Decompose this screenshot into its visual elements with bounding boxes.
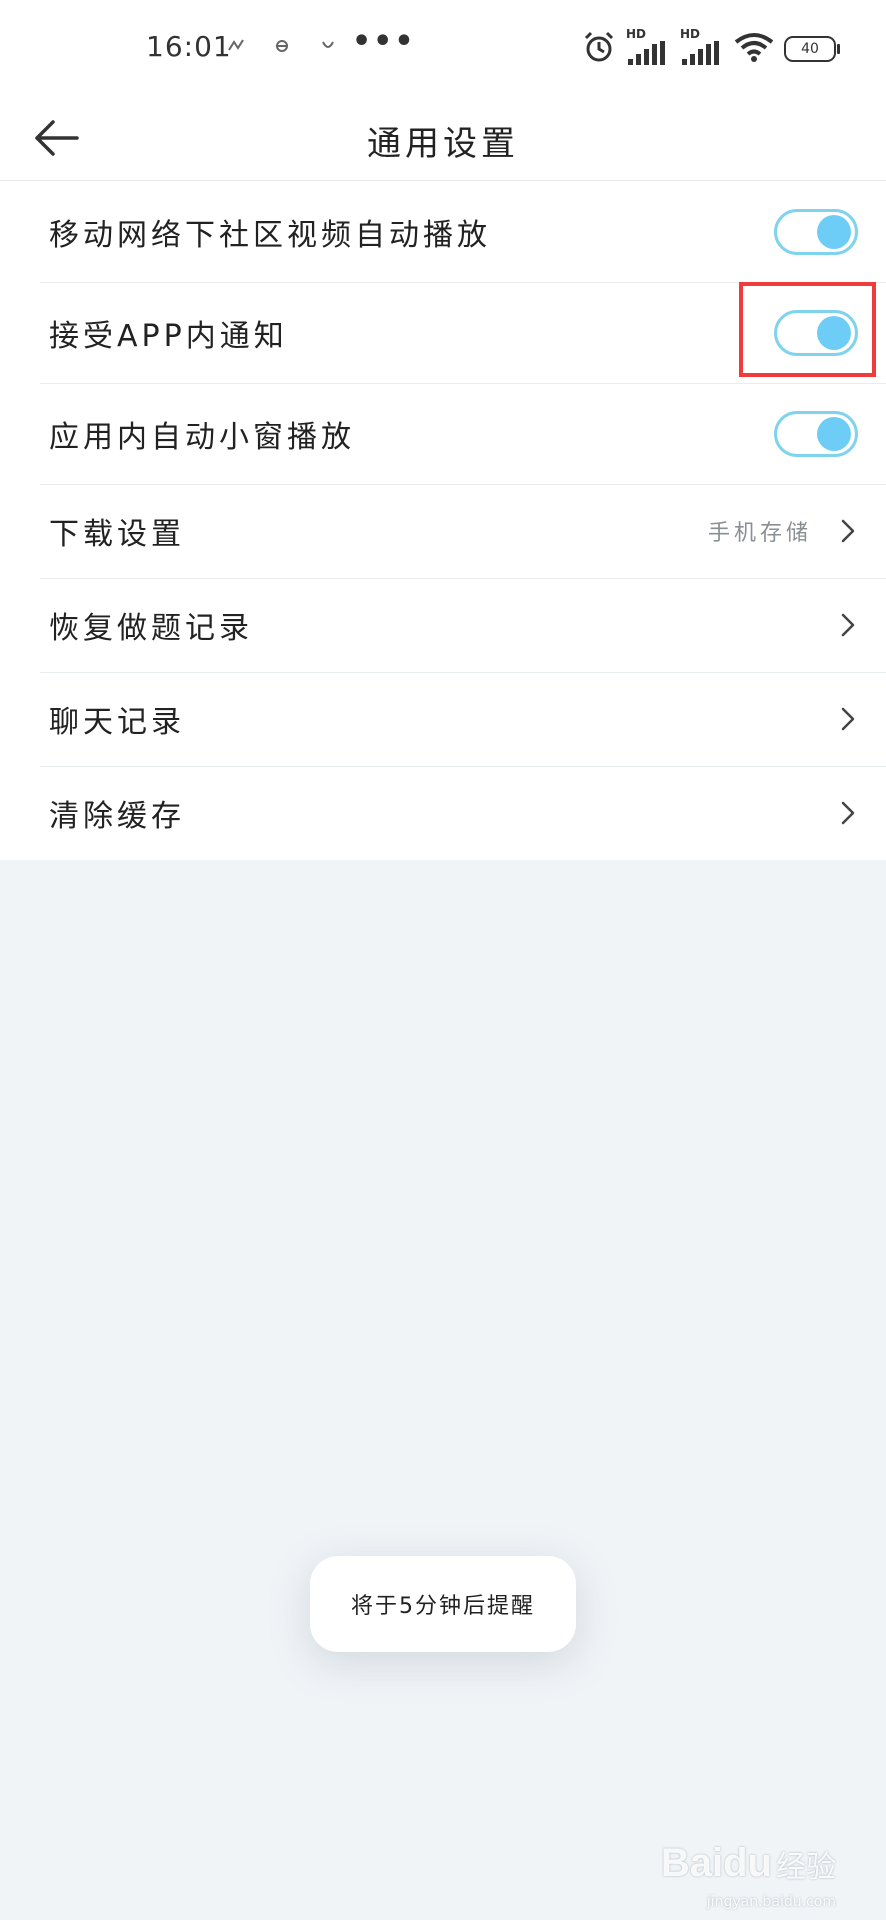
watermark-brand: Baidu xyxy=(660,1841,772,1885)
toggle-knob xyxy=(817,416,851,451)
baidu-jingyan-watermark: Baidu 经验 jingyan.baidu.com xyxy=(660,1841,836,1910)
cellular-signal-icon: HD xyxy=(626,27,670,65)
setting-label: 下载设置 xyxy=(49,517,185,552)
setting-restore-practice-records[interactable]: 恢复做题记录 xyxy=(0,578,886,672)
notification-icon xyxy=(318,36,338,56)
setting-label: 恢复做题记录 xyxy=(49,611,253,646)
download-location-value: 手机存储 xyxy=(707,521,812,546)
more-notifications-icon: ••• xyxy=(352,24,416,59)
chevron-right-icon xyxy=(838,798,858,828)
setting-label: 清除缓存 xyxy=(49,799,185,834)
chevron-right-icon xyxy=(838,610,858,640)
chevron-right-icon xyxy=(838,704,858,734)
toast-message: 将于5分钟后提醒 xyxy=(310,1556,576,1652)
setting-mobile-video-autoplay[interactable]: 移动网络下社区视频自动播放 xyxy=(0,181,886,282)
battery-icon: 40 xyxy=(784,36,840,62)
chevron-right-icon xyxy=(838,516,858,546)
status-bar: 16:01 ••• HD HD 40 xyxy=(0,0,886,96)
setting-download[interactable]: 下载设置 手机存储 xyxy=(0,484,886,578)
setting-label: 聊天记录 xyxy=(49,705,185,740)
watermark-sub: 经验 xyxy=(776,1850,836,1885)
toggle-knob xyxy=(817,214,851,249)
notification-icon xyxy=(272,36,292,56)
page-title: 通用设置 xyxy=(367,124,519,164)
setting-label: 接受APP内通知 xyxy=(49,318,288,354)
cellular-signal-icon: HD xyxy=(680,27,724,65)
toggle-knob xyxy=(817,315,851,350)
title-bar: 通用设置 xyxy=(0,96,886,181)
setting-label: 应用内自动小窗播放 xyxy=(49,419,355,455)
in-app-notifications-toggle[interactable] xyxy=(774,309,858,356)
wifi-icon xyxy=(734,32,774,66)
watermark-url: jingyan.baidu.com xyxy=(706,1894,836,1910)
mobile-video-autoplay-toggle[interactable] xyxy=(774,208,858,255)
setting-clear-cache[interactable]: 清除缓存 xyxy=(0,766,886,860)
status-right-icons: HD HD 40 xyxy=(582,27,840,68)
alarm-icon xyxy=(582,30,616,68)
notification-icon xyxy=(226,36,246,56)
setting-chat-history[interactable]: 聊天记录 xyxy=(0,672,886,766)
setting-auto-mini-window[interactable]: 应用内自动小窗播放 xyxy=(0,383,886,484)
notification-icons xyxy=(226,36,338,56)
status-time: 16:01 xyxy=(146,30,232,63)
setting-label: 移动网络下社区视频自动播放 xyxy=(49,217,491,253)
setting-in-app-notifications[interactable]: 接受APP内通知 xyxy=(0,282,886,383)
settings-list: 移动网络下社区视频自动播放 接受APP内通知 应用内自动小窗播放 下载设置 手机… xyxy=(0,181,886,860)
auto-mini-window-toggle[interactable] xyxy=(774,410,858,457)
